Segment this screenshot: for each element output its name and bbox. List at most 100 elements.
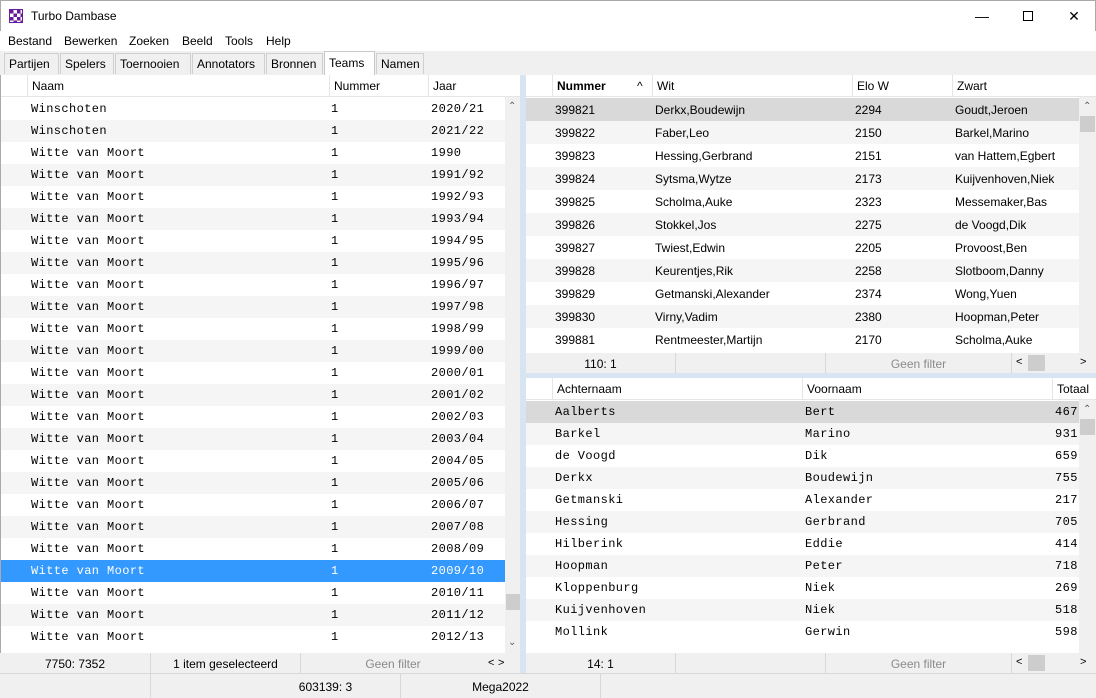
player-row[interactable]: Getmanski Alexander 217	[526, 489, 1079, 511]
team-row[interactable]: Winschoten 1 2021/22	[1, 120, 505, 142]
team-row[interactable]: Winschoten 1 2020/21	[1, 98, 505, 120]
team-row[interactable]: Witte van Moort 1 2003/04	[1, 428, 505, 450]
minimize-button[interactable]: —	[959, 1, 1005, 31]
scroll-down-icon[interactable]: ⌄	[508, 638, 516, 648]
team-row[interactable]: Witte van Moort 1 1995/96	[1, 252, 505, 274]
menu-help[interactable]: Help	[266, 34, 291, 48]
player-row[interactable]: Derkx Boudewijn 755	[526, 467, 1079, 489]
team-row[interactable]: Witte van Moort 1 2002/03	[1, 406, 505, 428]
team-row[interactable]: Witte van Moort 1 2007/08	[1, 516, 505, 538]
team-row[interactable]: Witte van Moort 1 2009/10	[1, 560, 505, 582]
menu-tools[interactable]: Tools	[225, 34, 253, 48]
col-achternaam[interactable]: Achternaam	[552, 378, 802, 400]
player-row[interactable]: de Voogd Dik 659	[526, 445, 1079, 467]
menu-beeld[interactable]: Beeld	[182, 34, 213, 48]
team-row[interactable]: Witte van Moort 1 1997/98	[1, 296, 505, 318]
tab-annotators[interactable]: Annotators	[192, 53, 265, 74]
team-row[interactable]: Witte van Moort 1 2001/02	[1, 384, 505, 406]
games-filter[interactable]: Geen filter	[826, 353, 1012, 373]
game-row[interactable]: 399821 Derkx,Boudewijn 2294 Goudt,Jeroen	[526, 98, 1079, 121]
team-row[interactable]: Witte van Moort 1 1998/99	[1, 318, 505, 340]
col-naam[interactable]: Naam	[27, 75, 329, 97]
players-hscrollbar[interactable]: < >	[1012, 655, 1096, 671]
game-row[interactable]: 399828 Keurentjes,Rik 2258 Slotboom,Danny	[526, 259, 1079, 282]
game-row[interactable]: 399881 Rentmeester,Martijn 2170 Scholma,Auk…	[526, 328, 1079, 351]
scroll-left-icon[interactable]: <	[1016, 357, 1022, 368]
team-row[interactable]: Witte van Moort 1 2008/09	[1, 538, 505, 560]
team-row[interactable]: Witte van Moort 1 1999/00	[1, 340, 505, 362]
player-row[interactable]: Aalberts Bert 467	[526, 401, 1079, 423]
close-button[interactable]: ✕	[1051, 1, 1096, 31]
tab-partijen[interactable]: Partijen	[4, 53, 59, 74]
player-row[interactable]: Kloppenburg Niek 269	[526, 577, 1079, 599]
col-zwart[interactable]: Zwart	[952, 75, 1096, 97]
menu-zoeken[interactable]: Zoeken	[129, 34, 169, 48]
player-row[interactable]: Hilberink Eddie 414	[526, 533, 1079, 555]
game-row[interactable]: 399829 Getmanski,Alexander 2374 Wong,Yuen	[526, 282, 1079, 305]
team-row[interactable]: Witte van Moort 1 2012/13	[1, 626, 505, 648]
team-row[interactable]: Witte van Moort 1 2004/05	[1, 450, 505, 472]
menu-bewerken[interactable]: Bewerken	[64, 34, 117, 48]
game-row[interactable]: 399830 Virny,Vadim 2380 Hoopman,Peter	[526, 305, 1079, 328]
team-row[interactable]: Witte van Moort 1 2006/07	[1, 494, 505, 516]
scroll-left-icon[interactable]: <	[488, 658, 494, 669]
team-year: 2006/07	[431, 498, 485, 512]
col-voornaam[interactable]: Voornaam	[802, 378, 1052, 400]
game-row[interactable]: 399823 Hessing,Gerbrand 2151 van Hattem,Egb…	[526, 144, 1079, 167]
col-nummer-games[interactable]: Nummer ^	[552, 75, 652, 97]
team-row[interactable]: Witte van Moort 1 1992/93	[1, 186, 505, 208]
games-hscroll-thumb[interactable]	[1028, 355, 1045, 371]
player-row[interactable]: Barkel Marino 931	[526, 423, 1079, 445]
team-row[interactable]: Witte van Moort 1 1993/94	[1, 208, 505, 230]
game-row[interactable]: 399825 Scholma,Auke 2323 Messemaker,Bas	[526, 190, 1079, 213]
tab-bronnen[interactable]: Bronnen	[266, 53, 323, 74]
team-row[interactable]: Witte van Moort 1 2000/01	[1, 362, 505, 384]
team-row[interactable]: Witte van Moort 1 1996/97	[1, 274, 505, 296]
players-filter[interactable]: Geen filter	[826, 653, 1012, 673]
team-row[interactable]: Witte van Moort 1 2010/11	[1, 582, 505, 604]
col-wit[interactable]: Wit	[652, 75, 852, 97]
team-row[interactable]: Witte van Moort 1 2011/12	[1, 604, 505, 626]
game-number: 399829	[555, 287, 596, 301]
games-scroll-thumb[interactable]	[1080, 116, 1095, 132]
teams-scrollbar[interactable]: ⌃ ⌄	[505, 97, 520, 653]
players-scrollbar[interactable]: ⌃	[1079, 400, 1096, 653]
player-row[interactable]: Hoopman Peter 718	[526, 555, 1079, 577]
team-row[interactable]: Witte van Moort 1 1994/95	[1, 230, 505, 252]
player-row[interactable]: Mollink Gerwin 598	[526, 621, 1079, 643]
scroll-right-icon[interactable]: >	[498, 658, 504, 669]
game-row[interactable]: 399827 Twiest,Edwin 2205 Provoost,Ben	[526, 236, 1079, 259]
col-jaar[interactable]: Jaar	[428, 75, 505, 97]
game-elo-white: 2170	[855, 333, 882, 347]
player-lastname: Derkx	[555, 471, 594, 485]
players-scroll-thumb[interactable]	[1080, 419, 1095, 435]
teams-scroll-thumb[interactable]	[506, 594, 520, 610]
teams-filter[interactable]: Geen filter	[301, 653, 485, 673]
player-row[interactable]: Hessing Gerbrand 705	[526, 511, 1079, 533]
tab-toernooien[interactable]: Toernooien	[115, 53, 191, 74]
scroll-right-icon[interactable]: >	[1080, 357, 1086, 368]
player-row[interactable]: Kuijvenhoven Niek 518	[526, 599, 1079, 621]
game-row[interactable]: 399826 Stokkel,Jos 2275 de Voogd,Dik	[526, 213, 1079, 236]
scroll-left-icon[interactable]: <	[1016, 657, 1022, 668]
scroll-up-icon[interactable]: ⌃	[1083, 405, 1091, 415]
game-row[interactable]: 399822 Faber,Leo 2150 Barkel,Marino	[526, 121, 1079, 144]
tab-namen[interactable]: Namen	[376, 53, 424, 74]
team-row[interactable]: Witte van Moort 1 2005/06	[1, 472, 505, 494]
scroll-right-icon[interactable]: >	[1080, 657, 1086, 668]
game-row[interactable]: 399824 Sytsma,Wytze 2173 Kuijvenhoven,Niek	[526, 167, 1079, 190]
scroll-up-icon[interactable]: ⌃	[1083, 102, 1091, 112]
scroll-up-icon[interactable]: ⌃	[508, 102, 516, 112]
team-row[interactable]: Witte van Moort 1 1990	[1, 142, 505, 164]
tab-teams[interactable]: Teams	[324, 51, 375, 75]
menu-bestand[interactable]: Bestand	[8, 34, 52, 48]
tab-spelers[interactable]: Spelers	[60, 53, 114, 74]
maximize-button[interactable]	[1005, 1, 1051, 31]
team-row[interactable]: Witte van Moort 1 1991/92	[1, 164, 505, 186]
col-nummer[interactable]: Nummer	[329, 75, 428, 97]
col-elo-w[interactable]: Elo W	[852, 75, 952, 97]
games-scrollbar[interactable]: ⌃	[1079, 97, 1096, 353]
games-hscrollbar[interactable]: < >	[1012, 355, 1096, 371]
players-hscroll-thumb[interactable]	[1028, 655, 1045, 671]
col-totaal[interactable]: Totaal	[1052, 378, 1096, 400]
